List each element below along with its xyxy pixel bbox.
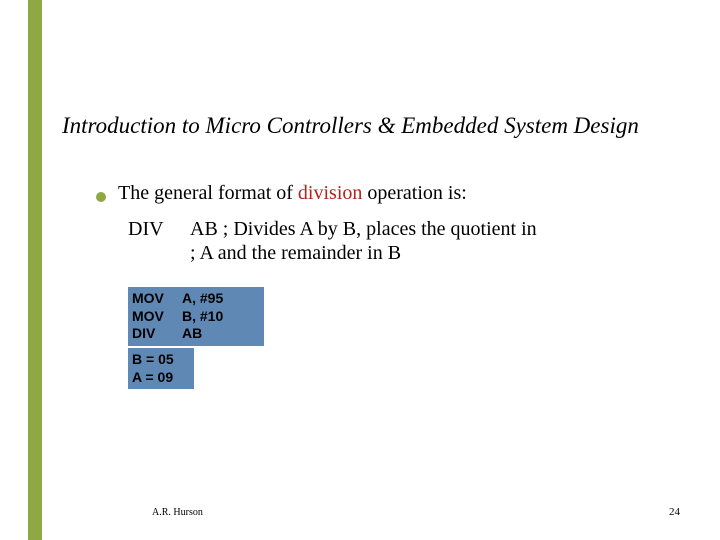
div-syntax-line2: ; A and the remainder in B [190,242,401,265]
mnemonic: MOV [132,308,182,326]
bullet-icon [96,192,106,202]
author-footer: A.R. Hurson [152,507,203,518]
code-row: MOVB, #10 [132,308,260,326]
code-row: MOVA, #95 [132,290,260,308]
slide-title: Introduction to Micro Controllers & Embe… [62,113,639,139]
result-line: A = 09 [132,369,190,387]
bullet-pre: The general format of [118,182,298,204]
accent-bar [28,0,42,540]
mnemonic: DIV [132,325,182,343]
mnemonic: MOV [132,290,182,308]
result-line: B = 05 [132,351,190,369]
bullet-post: operation is: [362,182,466,204]
div-comment1: AB ; Divides A by B, places the quotient… [190,218,537,240]
bullet-highlight: division [298,182,362,204]
operand: A, #95 [182,290,223,308]
bullet-item: The general format of division operation… [96,182,467,205]
div-syntax-line1: DIVAB ; Divides A by B, places the quoti… [128,218,537,241]
code-block-1: MOVA, #95 MOVB, #10 DIVAB [128,287,264,346]
div-opcode: DIV [128,218,190,241]
code-row: DIVAB [132,325,260,343]
code-block-2: B = 05 A = 09 [128,348,194,389]
page-number: 24 [669,506,680,518]
operand: B, #10 [182,308,223,326]
operand: AB [182,325,202,343]
bullet-text: The general format of division operation… [118,182,467,205]
